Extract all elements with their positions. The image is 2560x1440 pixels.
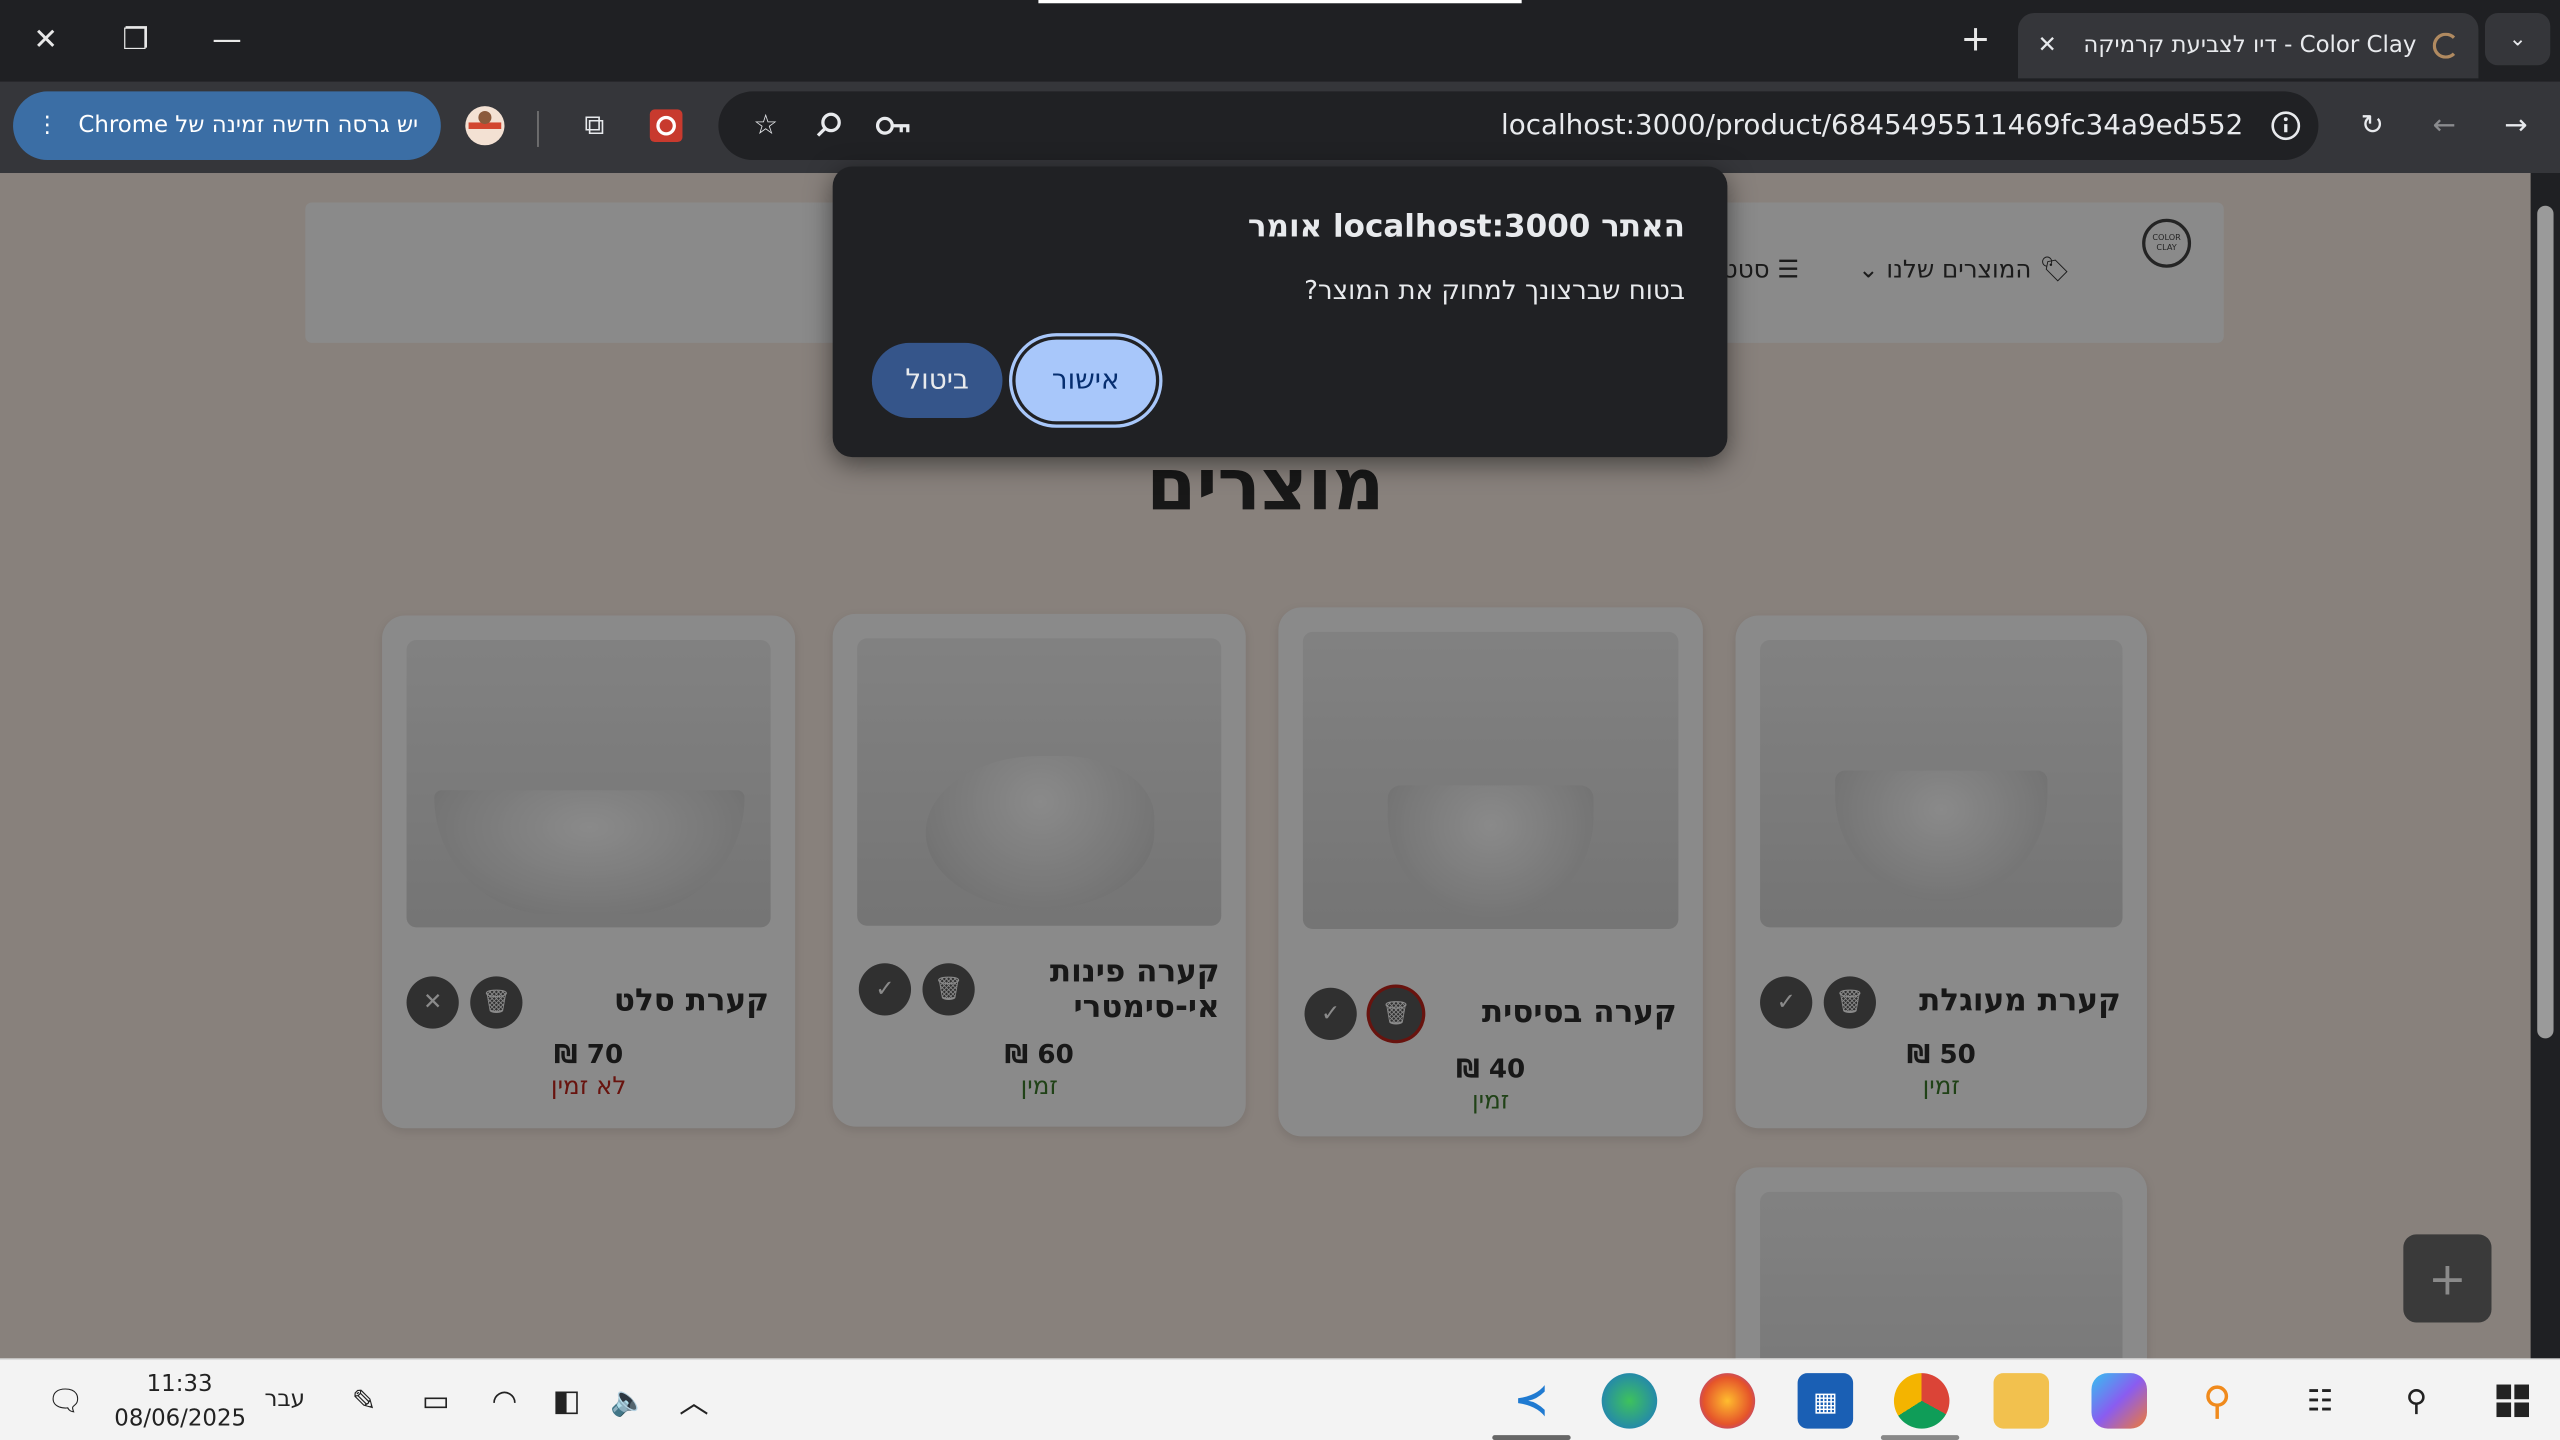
battery-icon[interactable]: ▭ bbox=[411, 1376, 460, 1425]
close-window-icon[interactable]: ✕ bbox=[20, 13, 72, 65]
update-label: יש גרסה חדשה זמינה של Chrome bbox=[78, 112, 419, 139]
close-tab-icon[interactable]: ✕ bbox=[2038, 33, 2057, 59]
chrome-icon[interactable] bbox=[1893, 1373, 1950, 1429]
pen-icon[interactable]: ✎ bbox=[340, 1376, 389, 1425]
restore-window-icon[interactable]: ❐ bbox=[109, 13, 161, 65]
page-scrollbar[interactable] bbox=[2530, 173, 2560, 1359]
windows-start-icon[interactable] bbox=[2488, 1376, 2537, 1425]
confirm-dialog: האתר localhost:3000 אומר בטוח שברצונך למ… bbox=[832, 166, 1728, 458]
copilot-icon[interactable] bbox=[2091, 1373, 2148, 1429]
reload-icon[interactable]: ↻ bbox=[2348, 101, 2397, 150]
search-icon[interactable]: ⚲ bbox=[2392, 1376, 2441, 1425]
extensions-icon[interactable]: ⧉ bbox=[570, 101, 619, 150]
more-vert-icon: ⋮ bbox=[35, 112, 59, 139]
cancel-button[interactable]: ביטול bbox=[871, 342, 1003, 418]
dialog-message: בטוח שברצונך למחוק את המוצר? bbox=[1304, 274, 1685, 306]
notifications-icon[interactable]: 🗨 bbox=[41, 1376, 90, 1425]
active-app-indicator bbox=[1492, 1435, 1571, 1440]
tab-strip: ✕ ❐ — + Color Clay - דיו לצביעת קרמיקה ✕… bbox=[0, 0, 2560, 82]
ok-button[interactable]: אישור bbox=[1009, 333, 1163, 428]
tab-scroll-indicator bbox=[1038, 0, 1522, 4]
chevron-up-icon[interactable]: ︿ bbox=[669, 1376, 718, 1425]
language-indicator[interactable]: עבר bbox=[264, 1386, 304, 1412]
active-app-indicator bbox=[1880, 1435, 1960, 1440]
bookmark-star-icon[interactable]: ☆ bbox=[741, 101, 790, 150]
site-info-icon[interactable] bbox=[2261, 101, 2310, 150]
tab-title: Color Clay - דיו לצביעת קרמיקה bbox=[2083, 32, 2417, 59]
task-view-icon[interactable]: ☷ bbox=[2296, 1376, 2345, 1425]
url-text[interactable]: localhost:3000/product/6845495511469fc34… bbox=[1501, 91, 2243, 160]
edge-icon[interactable] bbox=[1601, 1373, 1658, 1429]
clock-time: 11:33 bbox=[146, 1371, 213, 1398]
password-key-icon[interactable] bbox=[869, 101, 918, 150]
dialog-title: האתר localhost:3000 אומר bbox=[1247, 208, 1685, 245]
browser-toolbar: ⋮ יש גרסה חדשה זמינה של Chrome ⧉ ☆ local… bbox=[0, 81, 2560, 174]
new-tab-button[interactable]: + bbox=[1953, 16, 1999, 62]
firefox-icon[interactable] bbox=[1699, 1373, 1756, 1429]
file-explorer-icon[interactable] bbox=[1993, 1373, 2050, 1429]
tab-color-clay[interactable]: Color Clay - דיו לצביעת קרמיקה ✕ bbox=[2018, 13, 2479, 79]
clock-date: 08/06/2025 bbox=[114, 1405, 247, 1432]
forward-icon[interactable]: ← bbox=[2420, 101, 2469, 150]
scrollbar-thumb[interactable] bbox=[2537, 205, 2554, 1039]
chrome-update-button[interactable]: ⋮ יש גרסה חדשה זמינה של Chrome bbox=[13, 91, 441, 161]
windows-taskbar: 🗨 11:33 08/06/2025 עבר ✎ ▭ ◠ ◧ 🔈 ︿ ≺ ▦ ⚲… bbox=[0, 1358, 2560, 1440]
toolbar-divider bbox=[537, 111, 539, 147]
loading-icon bbox=[2432, 32, 2459, 59]
wifi-icon[interactable]: ◠ bbox=[480, 1376, 529, 1425]
volume-icon[interactable]: 🔈 bbox=[604, 1376, 653, 1425]
back-icon[interactable]: → bbox=[2492, 101, 2541, 150]
zoom-icon[interactable] bbox=[805, 101, 854, 150]
profile-avatar[interactable] bbox=[460, 101, 509, 150]
tab-search-button[interactable]: ⌄ bbox=[2484, 13, 2551, 66]
taskbar-clock[interactable]: 11:33 08/06/2025 bbox=[114, 1368, 247, 1437]
store-icon[interactable]: ▦ bbox=[1797, 1373, 1854, 1429]
address-bar[interactable]: ☆ localhost:3000/product/6845495511469fc… bbox=[718, 91, 2319, 161]
vscode-icon[interactable]: ≺ bbox=[1504, 1373, 1560, 1429]
camera-icon[interactable]: ◧ bbox=[542, 1376, 591, 1425]
minimize-window-icon[interactable]: — bbox=[201, 13, 253, 65]
extension-app-icon[interactable] bbox=[642, 101, 691, 150]
search-app-icon[interactable]: ⚲ bbox=[2189, 1373, 2245, 1429]
